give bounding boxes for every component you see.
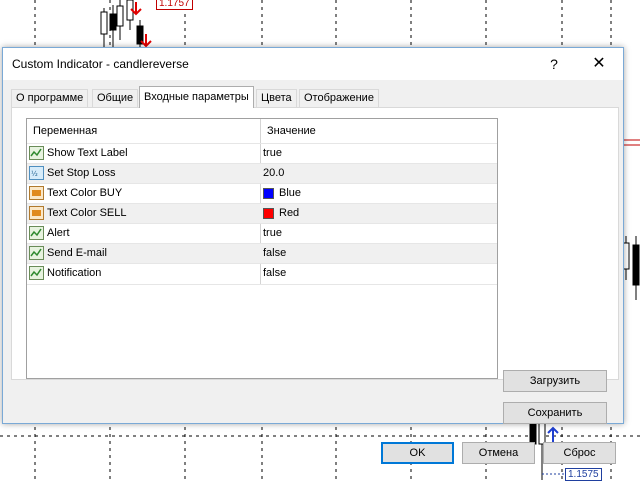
param-name: Send E-mail (47, 247, 107, 259)
reset-button[interactable]: Сброс (543, 442, 616, 464)
color-param-icon (29, 206, 44, 220)
buy-arrow-icon (547, 426, 559, 442)
param-name: Alert (47, 227, 70, 239)
bool-param-icon (29, 146, 44, 160)
param-value[interactable]: Red (279, 207, 299, 219)
tab-colors[interactable]: Цвета (256, 89, 297, 107)
dialog-title: Custom Indicator - candlereverse (12, 57, 189, 71)
param-value[interactable]: false (263, 267, 286, 279)
param-name: Text Color SELL (47, 207, 127, 219)
tab-visualization[interactable]: Отображение (299, 89, 379, 107)
ok-button[interactable]: OK (381, 442, 454, 464)
parameters-table: Переменная Значение Show Text Label true… (26, 118, 498, 379)
title-bar[interactable]: Custom Indicator - candlereverse ? ✕ (3, 48, 623, 80)
param-value[interactable]: false (263, 247, 286, 259)
price-label-top: 1.1757 (156, 0, 193, 10)
cancel-button[interactable]: Отмена (462, 442, 535, 464)
close-icon[interactable]: ✕ (588, 54, 610, 74)
param-value[interactable]: true (263, 227, 282, 239)
bool-param-icon (29, 226, 44, 240)
table-row[interactable]: Notification false (27, 263, 497, 285)
param-name: Set Stop Loss (47, 167, 116, 179)
candles-right (622, 236, 640, 300)
tab-inputs[interactable]: Входные параметры (139, 86, 254, 108)
custom-indicator-dialog: Custom Indicator - candlereverse ? ✕ О п… (2, 47, 624, 464)
bool-param-icon (29, 266, 44, 280)
table-header: Переменная Значение (27, 119, 497, 143)
price-label-bottom: 1.1575 (565, 468, 602, 481)
tab-common[interactable]: Общие (92, 89, 139, 107)
color-swatch (263, 188, 274, 199)
bool-param-icon (29, 246, 44, 260)
color-swatch (263, 208, 274, 219)
param-value[interactable]: true (263, 147, 282, 159)
param-name: Text Color BUY (47, 187, 123, 199)
param-value[interactable]: 20.0 (263, 167, 284, 179)
table-row[interactable]: Show Text Label true (27, 143, 497, 164)
help-button[interactable]: ? (543, 54, 565, 74)
table-row[interactable]: Send E-mail false (27, 243, 497, 264)
table-row[interactable]: Alert true (27, 223, 497, 244)
table-row[interactable]: ½ Set Stop Loss 20.0 (27, 163, 497, 184)
param-name: Notification (47, 267, 102, 279)
svg-text:½: ½ (31, 170, 38, 178)
save-button[interactable]: Сохранить (503, 402, 607, 424)
inputs-panel: Переменная Значение Show Text Label true… (11, 107, 619, 380)
color-param-icon (29, 186, 44, 200)
column-header-variable[interactable]: Переменная (33, 125, 97, 137)
load-button[interactable]: Загрузить (503, 370, 607, 392)
table-row[interactable]: Text Color BUY Blue (27, 183, 497, 204)
tab-about[interactable]: О программе (11, 89, 89, 107)
param-name: Show Text Label (47, 147, 128, 159)
param-value[interactable]: Blue (279, 187, 301, 199)
column-header-value[interactable]: Значение (267, 125, 316, 137)
double-param-icon: ½ (29, 166, 44, 180)
table-row[interactable]: Text Color SELL Red (27, 203, 497, 224)
